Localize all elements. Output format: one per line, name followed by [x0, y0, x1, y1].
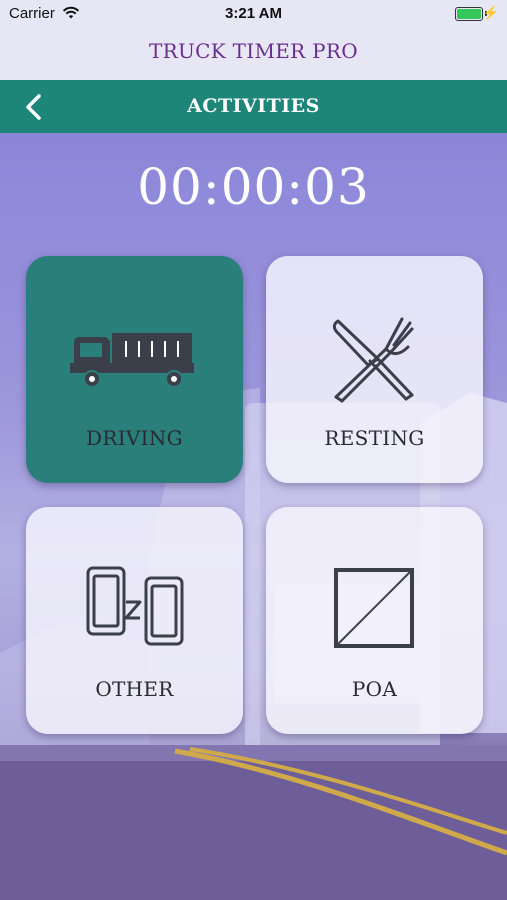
app-title: TRUCK TIMER PRO: [0, 28, 507, 80]
battery-icon: [455, 7, 483, 21]
phones-icon: [86, 566, 184, 646]
page-title: ACTIVITIES: [187, 95, 320, 117]
activity-label: OTHER: [95, 677, 174, 701]
poa-square-icon: [334, 568, 414, 648]
activity-label: POA: [351, 677, 398, 701]
activity-tile-poa[interactable]: POA: [266, 507, 483, 734]
charging-icon: ⚡: [482, 5, 499, 20]
activity-tile-resting[interactable]: RESTING: [266, 256, 483, 483]
status-bar: Carrier 3:21 AM ⚡: [0, 0, 507, 28]
activity-timer: 00:00:03: [137, 158, 370, 216]
fork-knife-icon: [332, 317, 414, 403]
activity-label: DRIVING: [86, 426, 183, 450]
activity-label: RESTING: [324, 426, 425, 450]
truck-icon: [70, 333, 194, 388]
clock: 3:21 AM: [225, 5, 282, 22]
nav-bar: ACTIVITIES: [0, 80, 507, 133]
activity-tile-driving[interactable]: DRIVING: [26, 256, 243, 483]
activity-tile-other[interactable]: OTHER: [26, 507, 243, 734]
